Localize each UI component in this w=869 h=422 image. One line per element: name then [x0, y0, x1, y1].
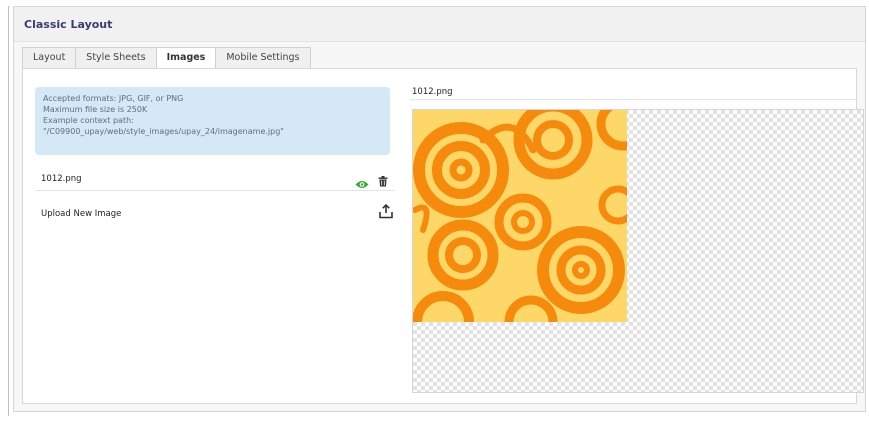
format-info-box: Accepted formats: JPG, GIF, or PNG Maxim… [35, 87, 390, 155]
info-context-label: Example context path: [43, 116, 134, 125]
classic-layout-panel: Classic Layout Layout Style Sheets Image… [13, 6, 866, 412]
tab-mobile-settings[interactable]: Mobile Settings [215, 47, 311, 68]
info-formats: Accepted formats: JPG, GIF, or PNG [43, 94, 184, 103]
images-tab-content: Accepted formats: JPG, GIF, or PNG Maxim… [22, 68, 864, 404]
image-preview-canvas [412, 109, 864, 393]
tab-images[interactable]: Images [155, 47, 217, 69]
upload-label: Upload New Image [41, 209, 122, 219]
eye-icon[interactable] [355, 174, 369, 193]
tab-bar: Layout Style Sheets Images Mobile Settin… [22, 47, 311, 69]
upload-new-image-row[interactable]: Upload New Image [35, 203, 395, 228]
tab-layout[interactable]: Layout [22, 47, 77, 68]
trash-icon[interactable] [378, 172, 388, 191]
panel-title: Classic Layout [24, 18, 113, 31]
preview-filename: 1012.png [412, 87, 453, 97]
upload-icon[interactable] [379, 203, 393, 223]
file-name: 1012.png [41, 174, 82, 184]
tab-style-sheets[interactable]: Style Sheets [75, 47, 157, 68]
info-max-size: Maximum file size is 250K [43, 105, 148, 114]
divider [410, 99, 858, 100]
file-row[interactable]: 1012.png [35, 166, 395, 191]
panel-header [14, 7, 865, 42]
swirl-image [413, 110, 627, 322]
info-context-path: "/C09900_upay/web/style_images/upay_24/i… [43, 127, 284, 136]
